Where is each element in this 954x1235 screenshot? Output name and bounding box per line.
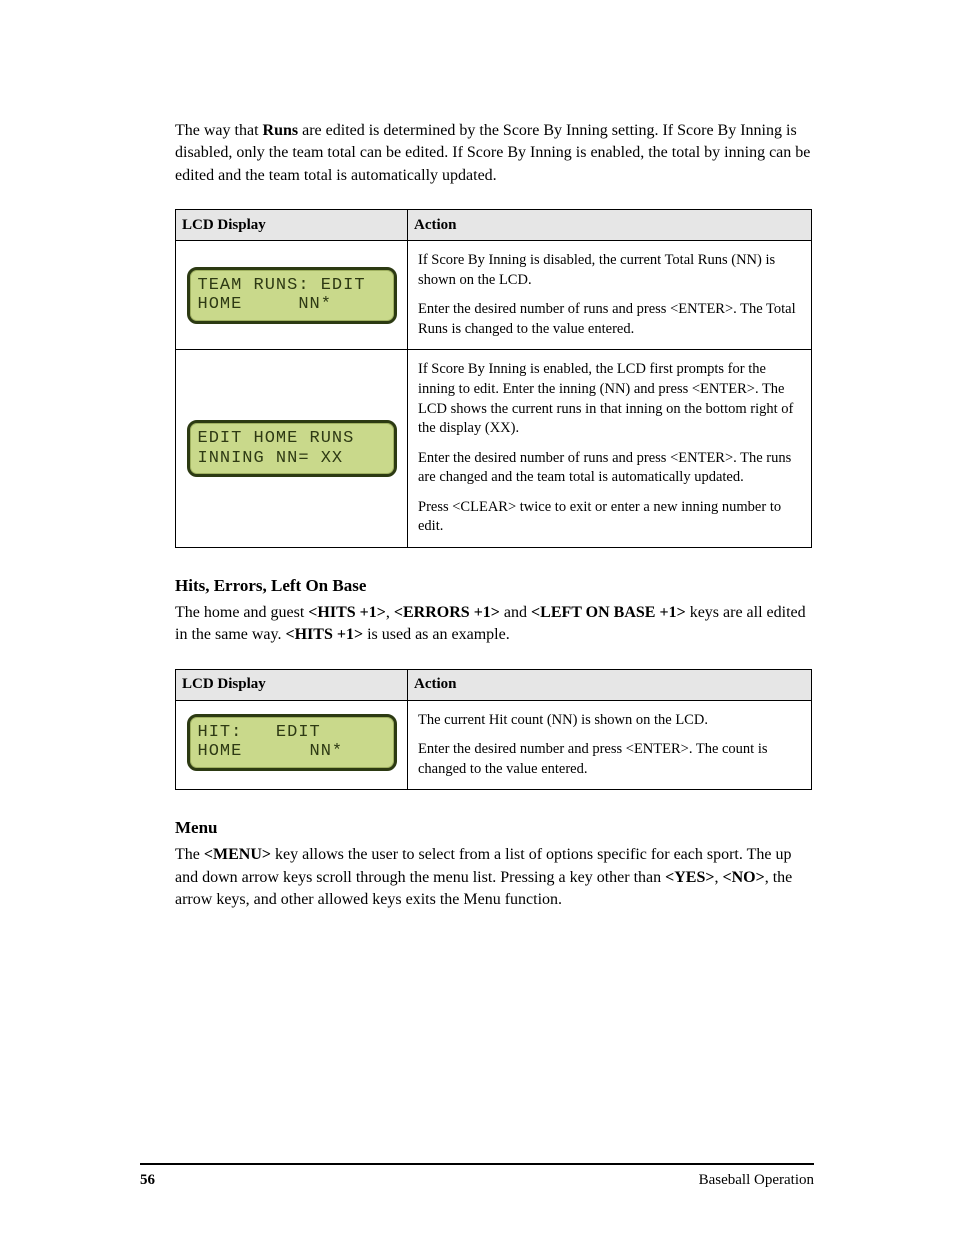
- text-bold: NN: [736, 252, 757, 268]
- text: Enter the desired number of runs and pre…: [418, 301, 670, 317]
- lcd-edit-home-runs: EDIT HOME RUNS INNING NN= XX: [187, 420, 397, 477]
- text: The: [175, 846, 204, 863]
- hits-table-head-lcd: LCD Display: [176, 669, 408, 700]
- hits-table-head-action: Action: [408, 669, 812, 700]
- intro-paragraph: The way that Runs are edited is determin…: [175, 120, 814, 187]
- text-bold: <HITS +1>: [308, 604, 386, 621]
- text-bold: <ENTER>: [670, 301, 733, 317]
- footer-section-title: Baseball Operation: [699, 1172, 814, 1189]
- text-bold: <ERRORS +1>: [394, 604, 500, 621]
- text-bold: <MENU>: [204, 846, 271, 863]
- runs-row1-action: If Score By Inning is disabled, the curr…: [408, 241, 812, 350]
- text: Enter the desired number and press: [418, 741, 626, 757]
- footer-divider: [140, 1163, 814, 1165]
- text: Enter the desired number of runs and pre…: [418, 450, 670, 466]
- text-bold: NN: [552, 712, 573, 728]
- menu-paragraph: The <MENU> key allows the user to select…: [175, 844, 814, 911]
- text-bold: NN: [604, 381, 625, 397]
- text: ) and press: [625, 381, 691, 397]
- text-bold: <NO>: [722, 869, 764, 886]
- text-bold: <ENTER>: [626, 741, 689, 757]
- text: is used as an example.: [363, 626, 510, 643]
- text-bold: <ENTER>: [692, 381, 755, 397]
- runs-table-head-action: Action: [408, 210, 812, 241]
- runs-table-row-1: TEAM RUNS: EDIT HOME NN* If Score By Inn…: [176, 241, 812, 350]
- text-bold: <YES>: [665, 869, 714, 886]
- runs-table: LCD Display Action TEAM RUNS: EDIT HOME …: [175, 209, 812, 548]
- text: and: [500, 604, 531, 621]
- intro-pre: The way that: [175, 122, 263, 139]
- runs-row2-action: If Score By Inning is enabled, the LCD f…: [408, 350, 812, 548]
- text: If Score By Inning is disabled, the curr…: [418, 252, 736, 268]
- hits-table-row-1: HIT: EDIT HOME NN* The current Hit count…: [176, 700, 812, 790]
- text: ).: [511, 420, 519, 436]
- menu-heading: Menu: [175, 818, 814, 838]
- text: ) is shown on the LCD.: [573, 712, 708, 728]
- lcd-hit-edit: HIT: EDIT HOME NN*: [187, 714, 397, 771]
- hits-errors-lob-heading: Hits, Errors, Left On Base: [175, 576, 814, 596]
- text-bold: <ENTER>: [670, 450, 733, 466]
- text-bold: <CLEAR>: [452, 499, 516, 515]
- hits-paragraph: The home and guest <HITS +1>, <ERRORS +1…: [175, 602, 814, 647]
- hits-row1-action: The current Hit count (NN) is shown on t…: [408, 700, 812, 790]
- text-bold: <LEFT ON BASE +1>: [531, 604, 686, 621]
- text-bold: <HITS +1>: [285, 626, 363, 643]
- lcd-team-runs-edit: TEAM RUNS: EDIT HOME NN*: [187, 267, 397, 324]
- text: Press: [418, 499, 452, 515]
- hits-table: LCD Display Action HIT: EDIT HOME NN* Th…: [175, 669, 812, 791]
- runs-table-row-2: EDIT HOME RUNS INNING NN= XX If Score By…: [176, 350, 812, 548]
- text: The current Hit count (: [418, 712, 552, 728]
- intro-bold: Runs: [263, 122, 299, 139]
- text: The home and guest: [175, 604, 308, 621]
- page-number: 56: [140, 1172, 155, 1189]
- text: ,: [386, 604, 394, 621]
- runs-table-head-lcd: LCD Display: [176, 210, 408, 241]
- text-bold: XX: [490, 420, 511, 436]
